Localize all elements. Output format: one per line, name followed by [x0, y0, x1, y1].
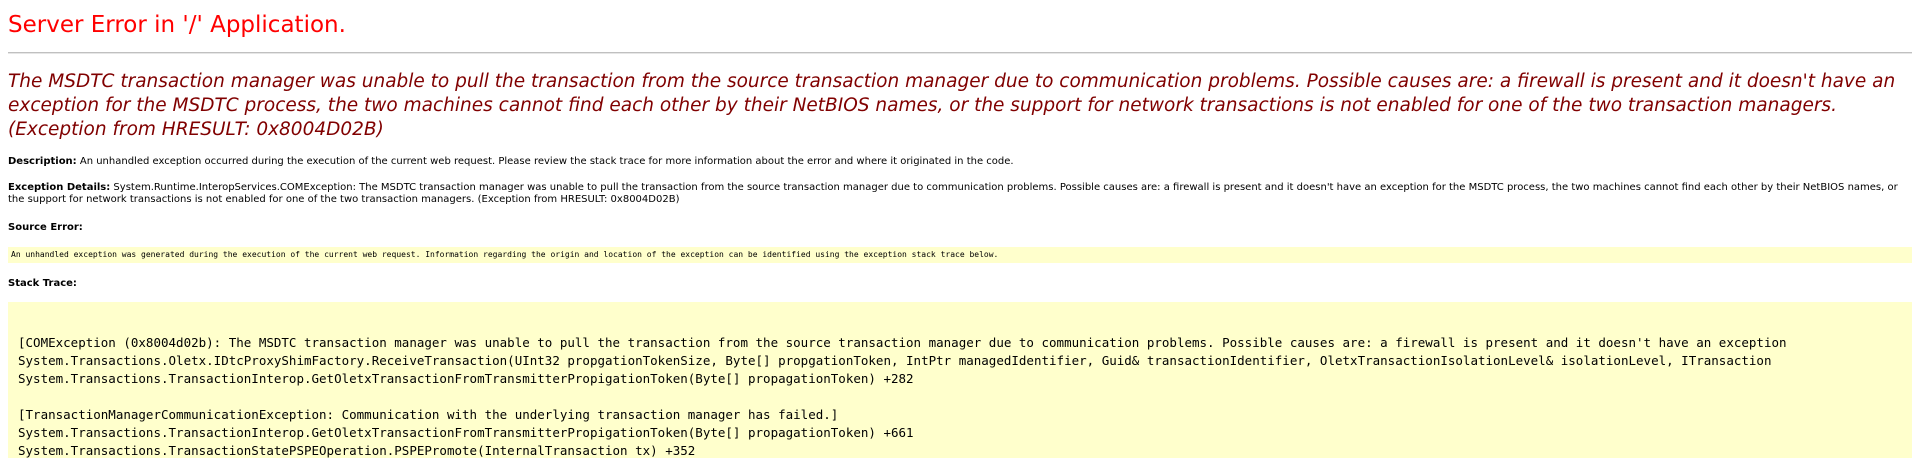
stack-trace-line: System.Transactions.Oletx.IDtcProxyShimF… [18, 353, 1772, 368]
exception-details-text: System.Runtime.InteropServices.COMExcept… [8, 182, 1898, 205]
source-error-text: An unhandled exception was generated dur… [11, 250, 999, 259]
title-divider [8, 52, 1912, 54]
source-error-box: An unhandled exception was generated dur… [8, 247, 1912, 263]
stack-trace-line: [COMException (0x8004d02b): The MSDTC tr… [18, 335, 1787, 350]
exception-details-section: Exception Details: System.Runtime.Intero… [8, 182, 1908, 206]
stack-trace-label: Stack Trace: [8, 278, 77, 289]
stack-trace-line: System.Transactions.TransactionInterop.G… [18, 425, 914, 440]
description-label: Description: [8, 156, 77, 167]
stack-trace-line: [TransactionManagerCommunicationExceptio… [18, 407, 839, 422]
page-title: Server Error in '/' Application. [8, 12, 346, 38]
source-error-section: Source Error: [8, 222, 1908, 234]
description-text: An unhandled exception occurred during t… [76, 156, 1014, 167]
source-error-label: Source Error: [8, 222, 83, 233]
stack-trace-line: System.Transactions.TransactionStatePSPE… [18, 443, 696, 458]
stack-trace-line: System.Transactions.TransactionInterop.G… [18, 371, 914, 386]
description-section: Description: An unhandled exception occu… [8, 156, 1908, 168]
error-message: The MSDTC transaction manager was unable… [8, 71, 1896, 140]
stack-trace-box: [COMException (0x8004d02b): The MSDTC tr… [8, 302, 1912, 458]
exception-details-label: Exception Details: [8, 182, 111, 193]
error-page: Server Error in '/' Application. The MSD… [8, 0, 1912, 458]
stack-trace-section: Stack Trace: [8, 278, 1908, 290]
